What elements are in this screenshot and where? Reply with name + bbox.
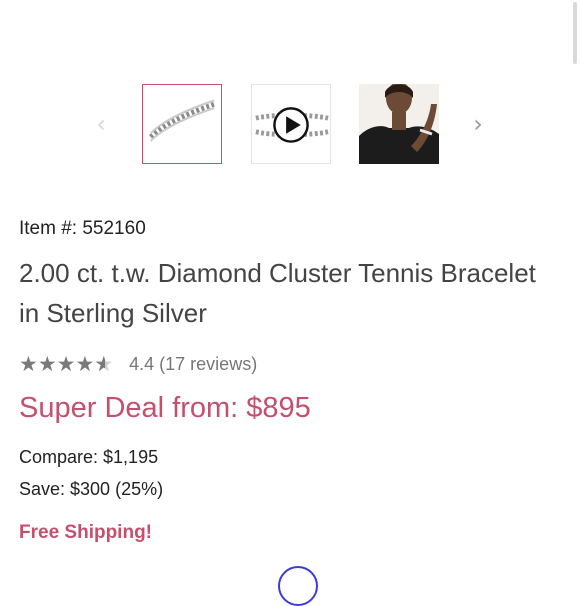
deal-price: Super Deal from: $895 (19, 392, 311, 424)
chevron-left-icon[interactable]: ‹ (91, 110, 111, 138)
star-icon: ★ (56, 352, 76, 376)
rating-text[interactable]: 4.4 (17 reviews) (129, 354, 257, 375)
scrollbar[interactable] (573, 2, 577, 64)
image-carousel: ‹ › (0, 82, 580, 166)
bracelet-video-image (255, 107, 329, 143)
savings: Save: $300 (25%) (19, 479, 164, 499)
chevron-right-icon[interactable]: › (468, 110, 488, 138)
star-icon: ★ (75, 352, 95, 376)
thumbnail-bracelet-video[interactable] (251, 84, 331, 164)
thumbnail-model-wearing-bracelet[interactable] (359, 84, 439, 164)
model-image (359, 84, 439, 164)
star-icon: ★ (37, 352, 57, 376)
bracelet-image (148, 99, 215, 142)
product-title: 2.00 ct. t.w. Diamond Cluster Tennis Bra… (19, 258, 536, 328)
star-rating: ★ ★ ★ ★ ★ (19, 351, 113, 377)
rating[interactable]: ★ ★ ★ ★ ★ 4.4 (17 reviews) (19, 351, 257, 377)
compare-price: Compare: $1,195 (19, 447, 159, 467)
item-number: Item #: 552160 (19, 218, 146, 239)
thumbnail-bracelet-front[interactable] (142, 84, 222, 164)
cutoff-circle-icon[interactable] (278, 566, 318, 606)
half-star-icon: ★ (94, 351, 113, 377)
free-shipping-label: Free Shipping! (19, 522, 152, 543)
star-icon: ★ (19, 352, 38, 376)
